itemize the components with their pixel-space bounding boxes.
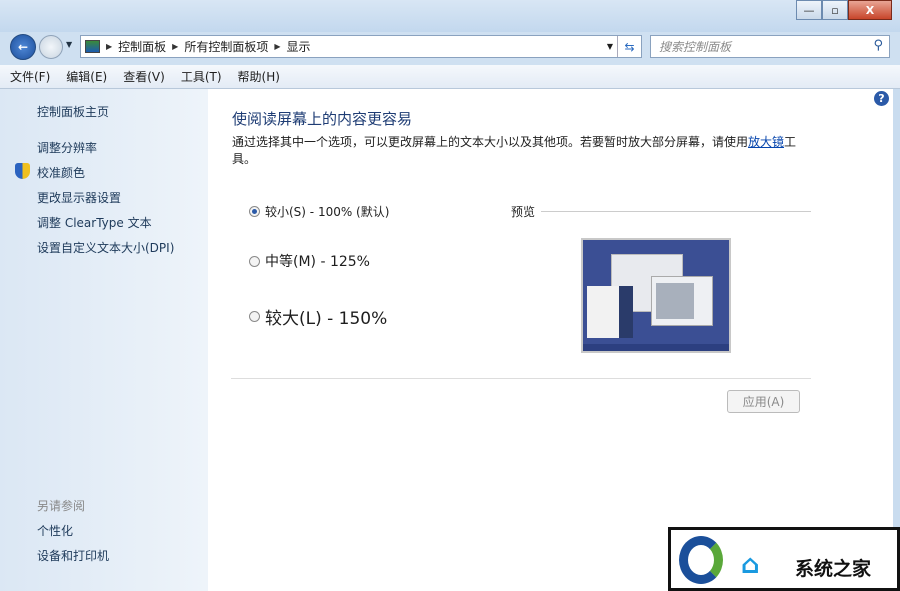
preview-image	[581, 238, 731, 353]
option-smaller[interactable]: 较小(S) - 100% (默认)	[249, 203, 389, 220]
see-also-heading: 另请参阅	[37, 499, 86, 513]
house-logo-icon: ⌂	[741, 550, 760, 580]
divider	[541, 211, 811, 212]
maximize-button[interactable]: ▫	[822, 0, 848, 20]
page-description: 通过选择其中一个选项，可以更改屏幕上的文本大小以及其他项。若要暂时放大部分屏幕，…	[232, 134, 812, 168]
menu-help[interactable]: 帮助(H)	[238, 68, 280, 85]
see-also-personalize[interactable]: 个性化	[37, 522, 73, 539]
page-title: 使阅读屏幕上的内容更容易	[232, 110, 413, 128]
breadcrumb-all-items[interactable]: 所有控制面板项	[184, 38, 268, 55]
menu-bar: 文件(F) 编辑(E) 查看(V) 工具(T) 帮助(H)	[0, 65, 900, 89]
see-also-devices-printers[interactable]: 设备和打印机	[37, 547, 109, 564]
magnifier-link[interactable]: 放大镜	[748, 135, 784, 149]
menu-tools[interactable]: 工具(T)	[181, 68, 222, 85]
preview-label: 预览	[511, 205, 536, 219]
menu-file[interactable]: 文件(F)	[10, 68, 50, 85]
preview-start-menu-icon	[587, 286, 619, 338]
description-text: 通过选择其中一个选项，可以更改屏幕上的文本大小以及其他项。若要暂时放大部分屏幕，…	[232, 135, 749, 149]
minimize-button[interactable]: —	[796, 0, 822, 20]
shield-icon	[15, 163, 30, 179]
close-button[interactable]: X	[848, 0, 892, 20]
chevron-right-icon[interactable]: ▶	[274, 42, 280, 51]
option-label: 较小(S) - 100% (默认)	[265, 205, 390, 219]
sidebar-item-display-settings[interactable]: 更改显示器设置	[37, 189, 121, 206]
sidebar: 控制面板主页 调整分辨率 校准颜色 更改显示器设置 调整 ClearType 文…	[0, 89, 208, 591]
window-border	[893, 89, 900, 591]
search-placeholder: 搜索控制面板	[659, 40, 732, 54]
sidebar-item-custom-dpi[interactable]: 设置自定义文本大小(DPI)	[37, 239, 174, 256]
radio-larger[interactable]	[249, 311, 260, 322]
address-bar[interactable]: ▶ 控制面板 ▶ 所有控制面板项 ▶ 显示 ▼ ⇆	[80, 35, 642, 58]
back-button[interactable]: ←	[10, 34, 36, 60]
preview-start-menu-icon	[619, 286, 633, 338]
watermark-text: 系统之家	[795, 558, 872, 580]
sidebar-home-link[interactable]: 控制面板主页	[37, 103, 109, 120]
title-bar: — ▫ X	[0, 0, 900, 32]
chevron-right-icon[interactable]: ▶	[172, 42, 178, 51]
forward-button[interactable]	[39, 35, 63, 59]
apply-button[interactable]: 应用(A)	[727, 390, 800, 413]
option-label: 中等(M) - 125%	[265, 254, 370, 270]
breadcrumb-control-panel[interactable]: 控制面板	[118, 38, 166, 55]
recent-pages-dropdown[interactable]: ▼	[66, 40, 72, 49]
radio-medium[interactable]	[249, 255, 260, 267]
sidebar-item-cleartype[interactable]: 调整 ClearType 文本	[37, 214, 152, 231]
breadcrumb-display[interactable]: 显示	[287, 38, 311, 55]
divider	[231, 378, 811, 379]
menu-view[interactable]: 查看(V)	[123, 68, 165, 85]
watermark-logo: ⌂ 系统之家	[668, 527, 900, 591]
refresh-icon[interactable]: ⇆	[617, 36, 641, 57]
sidebar-item-resolution[interactable]: 调整分辨率	[37, 139, 97, 156]
search-icon[interactable]: ⚲	[873, 38, 883, 53]
radio-smaller[interactable]	[249, 206, 260, 217]
sidebar-item-calibrate-color[interactable]: 校准颜色	[37, 164, 85, 181]
navigation-bar: ← ▼ ▶ 控制面板 ▶ 所有控制面板项 ▶ 显示 ▼ ⇆ 搜索控制面板 ⚲	[0, 32, 900, 62]
option-label: 较大(L) - 150%	[265, 309, 388, 329]
preview-taskbar-icon	[583, 344, 729, 351]
option-medium[interactable]: 中等(M) - 125%	[249, 251, 370, 271]
address-dropdown-icon[interactable]: ▼	[607, 42, 613, 51]
help-icon[interactable]: ?	[874, 91, 889, 106]
menu-edit[interactable]: 编辑(E)	[66, 68, 107, 85]
preview-window-icon	[651, 276, 713, 326]
option-larger[interactable]: 较大(L) - 150%	[249, 304, 387, 329]
control-panel-icon	[85, 40, 100, 53]
chevron-right-icon[interactable]: ▶	[106, 42, 112, 51]
search-input[interactable]: 搜索控制面板 ⚲	[650, 35, 890, 58]
logo-ring-icon	[679, 536, 723, 584]
